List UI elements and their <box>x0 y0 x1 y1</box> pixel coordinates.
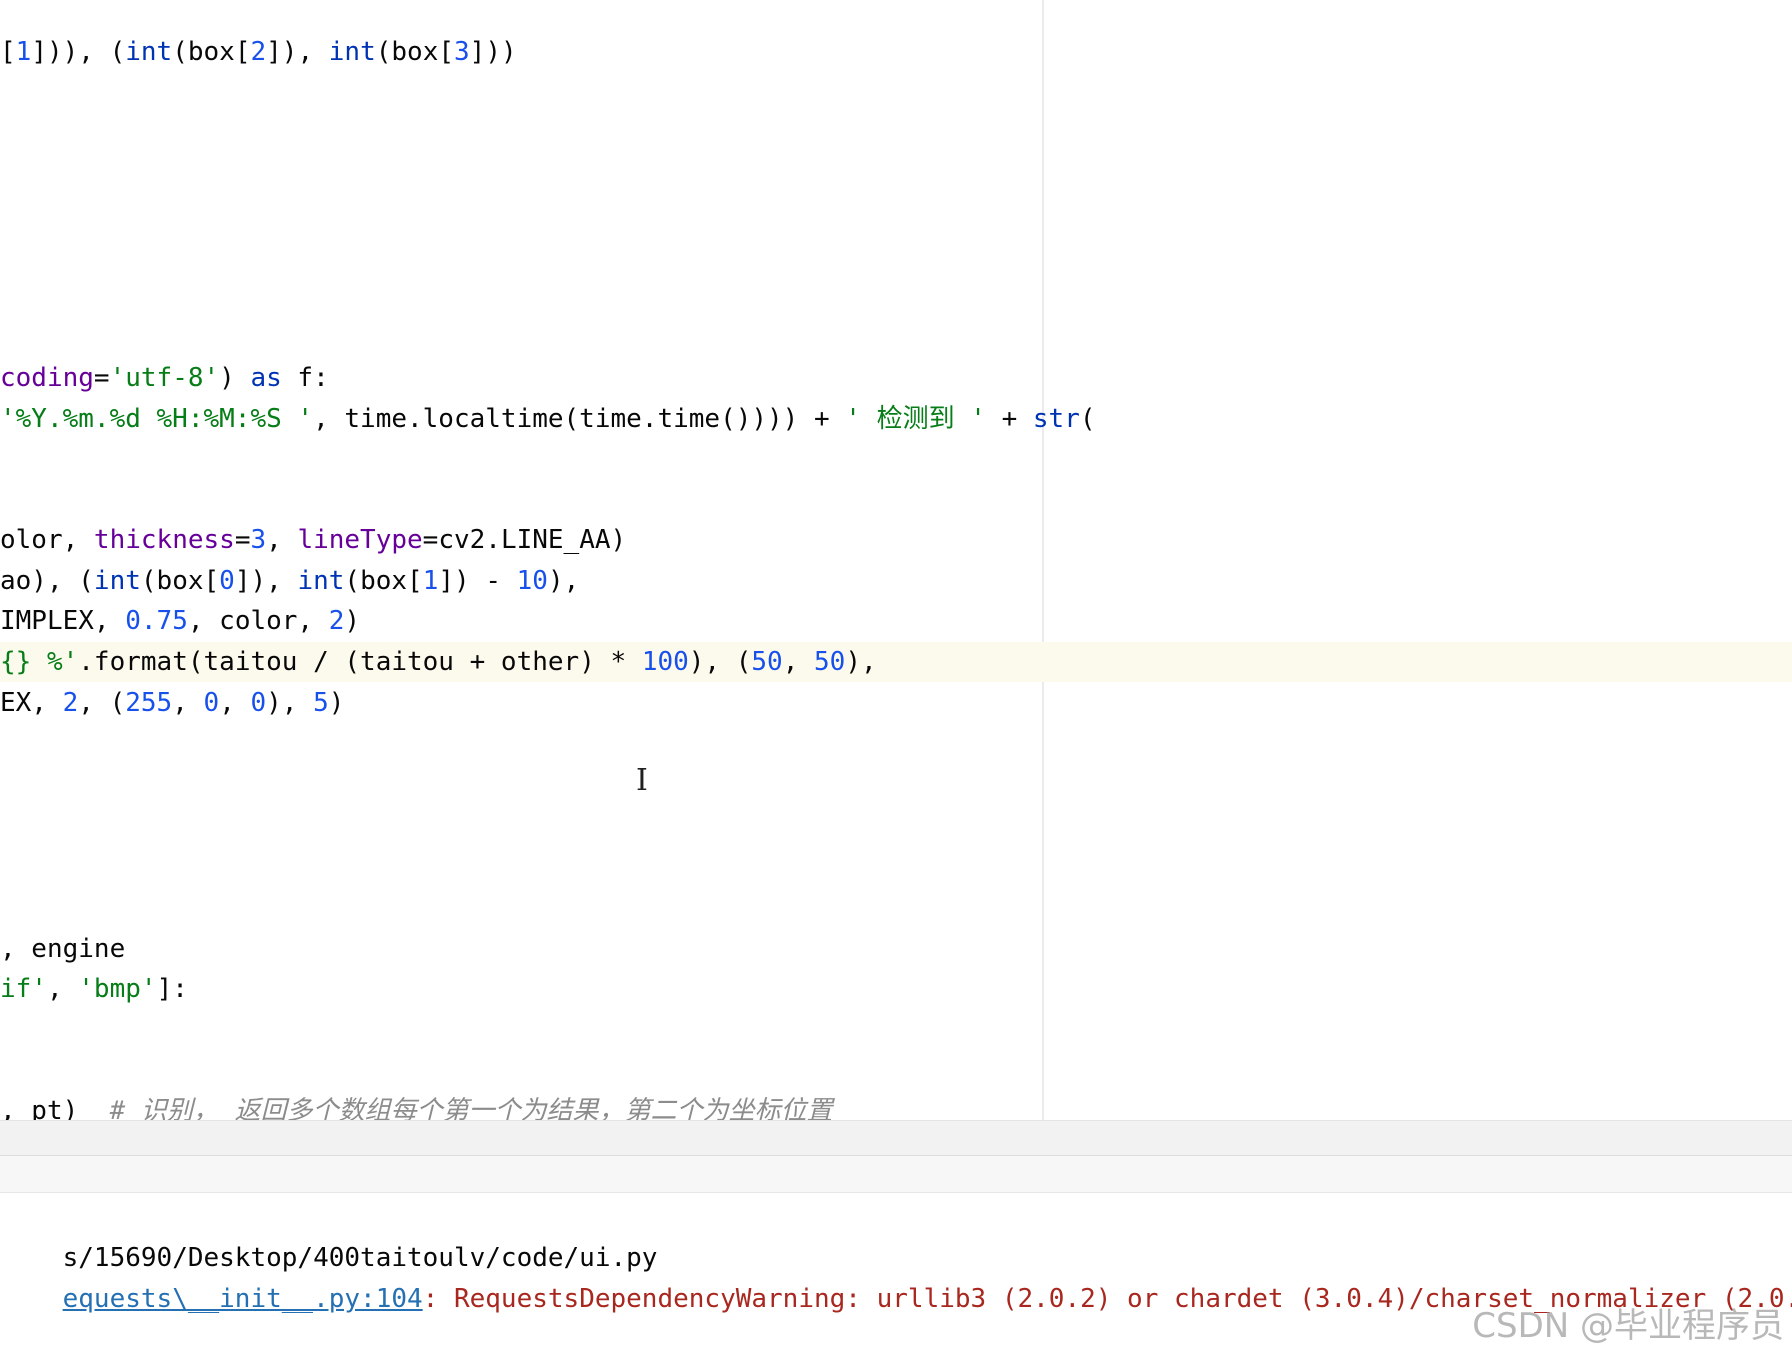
code-token: IMPLEX, <box>0 606 126 636</box>
code-token: ) <box>328 688 345 718</box>
code-token: ])), ( <box>31 37 126 67</box>
code-token: [ <box>0 37 16 67</box>
number-token: 2 <box>250 37 267 67</box>
code-token: (box[ <box>140 566 220 596</box>
number-token: 3 <box>250 525 267 555</box>
code-line[interactable]: EX, 2, (255, 0, 0), 5) <box>0 683 1792 723</box>
number-token: 1 <box>422 566 439 596</box>
code-line[interactable]: if', 'bmp']: <box>0 969 1792 1009</box>
string-token: '%Y.%m.%d %H:%M:%S ' <box>0 404 314 434</box>
code-token: , engine <box>0 934 126 964</box>
source-file-link[interactable]: equests\__init__.py:104 <box>63 1284 423 1314</box>
code-line[interactable]: olor, thickness=3, lineType=cv2.LINE_AA) <box>0 520 1792 560</box>
code-editor[interactable]: [1])), (int(box[2]), int(box[3])) coding… <box>0 0 1792 1120</box>
code-token: ) <box>344 606 361 636</box>
code-line[interactable]: IMPLEX, 0.75, color, 2) <box>0 601 1792 641</box>
code-token: ]), <box>266 37 329 67</box>
code-token: EX, <box>0 688 63 718</box>
number-token: 2 <box>62 688 79 718</box>
builtin-token: int <box>93 566 141 596</box>
number-token: 255 <box>125 688 173 718</box>
code-token: = <box>234 525 251 555</box>
code-token: , <box>172 688 204 718</box>
code-token: + <box>985 404 1033 434</box>
number-token: 50 <box>751 647 783 677</box>
number-token: 0 <box>219 566 235 596</box>
keyword-argument-token: coding <box>0 363 94 393</box>
code-line[interactable]: '%Y.%m.%d %H:%M:%S ', time.localtime(tim… <box>0 399 1792 439</box>
string-token: {} %' <box>0 647 79 677</box>
number-token: 2 <box>328 606 345 636</box>
editor-status-separator <box>0 1120 1792 1156</box>
console-command-line: s/15690/Desktop/400taitoulv/code/ui.py <box>0 1198 1792 1273</box>
string-token: ' 检测到 ' <box>845 404 986 434</box>
code-line[interactable]: , pt) # 识别， 返回多个数组每个第一个为结果，第二个为坐标位置 <box>0 1091 1792 1120</box>
code-token: ])) <box>469 37 517 67</box>
code-token: ]), <box>234 566 298 596</box>
builtin-token: str <box>1032 404 1080 434</box>
code-token: , <box>46 974 79 1004</box>
code-token: ), <box>845 647 877 677</box>
code-token: ), ( <box>688 647 752 677</box>
code-token: , <box>782 647 815 677</box>
code-token: ), <box>547 566 580 596</box>
number-token: 5 <box>313 688 329 718</box>
keyword-argument-token: lineType <box>297 525 423 555</box>
number-token: 0 <box>250 688 267 718</box>
code-line[interactable]: [1])), (int(box[2]), int(box[3])) <box>0 32 1792 72</box>
string-token: 'utf-8' <box>109 363 220 393</box>
comment-token: # 识别， 返回多个数组每个第一个为结果，第二个为坐标位置 <box>109 1096 833 1120</box>
keyword-token: as <box>250 363 282 393</box>
console-warning-line: equests\__init__.py:104: RequestsDepende… <box>0 1239 1792 1314</box>
keyword-argument-token: thickness <box>93 525 235 555</box>
number-token: 0 <box>203 688 220 718</box>
code-token: , <box>266 525 298 555</box>
code-token: (box[ <box>344 566 423 596</box>
code-token: ]: <box>156 974 188 1004</box>
builtin-token: int <box>297 566 345 596</box>
code-token: .format(taitou / (taitou + other) * <box>78 647 642 677</box>
string-token: 'bmp' <box>78 974 157 1004</box>
code-token: ao), ( <box>0 566 94 596</box>
code-token: (box[ <box>375 37 455 67</box>
number-token: 1 <box>15 37 32 67</box>
code-line[interactable]: , engine <box>0 929 1792 969</box>
code-line[interactable]: ao), (int(box[0]), int(box[1]) - 10), <box>0 561 1792 601</box>
text-cursor-icon: I <box>636 763 648 798</box>
number-token: 100 <box>641 647 689 677</box>
builtin-token: int <box>328 37 376 67</box>
code-token: ), <box>266 688 314 718</box>
number-token: 10 <box>516 566 548 596</box>
code-token: ]) - <box>438 566 517 596</box>
run-panel-header <box>0 1156 1792 1193</box>
code-token: ( <box>1079 404 1096 434</box>
builtin-token: int <box>125 37 173 67</box>
string-token: if' <box>0 974 47 1004</box>
code-line-current[interactable]: {} %'.format(taitou / (taitou + other) *… <box>0 642 1792 682</box>
number-token: 0.75 <box>125 606 188 636</box>
code-token: ) <box>219 363 251 393</box>
code-token: olor, <box>0 525 94 555</box>
code-token: , ( <box>78 688 126 718</box>
code-token: , color, <box>187 606 329 636</box>
code-token: (box[ <box>172 37 251 67</box>
code-token: = <box>93 363 110 393</box>
watermark: CSDN @毕业程序员 <box>1472 1306 1784 1346</box>
code-token: , pt) <box>0 1096 110 1120</box>
code-token: f: <box>281 363 329 393</box>
number-token: 3 <box>454 37 470 67</box>
code-token: , time.localtime(time.time()))) + <box>313 404 846 434</box>
number-token: 50 <box>814 647 846 677</box>
code-token: =cv2.LINE_AA) <box>422 525 627 555</box>
code-line[interactable]: coding='utf-8') as f: <box>0 358 1792 398</box>
code-token: , <box>219 688 251 718</box>
